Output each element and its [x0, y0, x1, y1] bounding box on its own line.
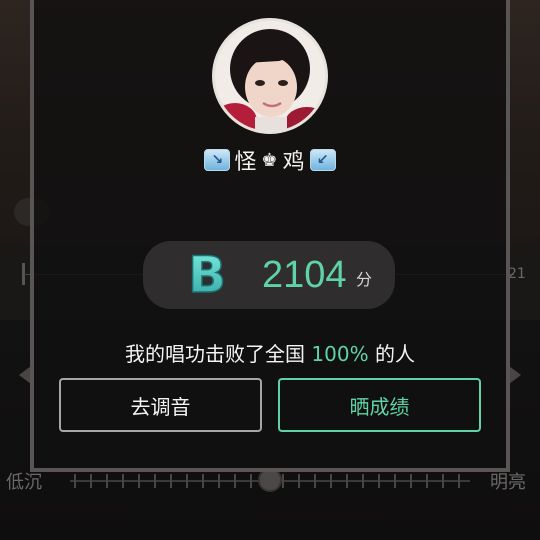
next-arrow-icon — [509, 366, 521, 384]
background-time-label: 21 — [508, 266, 526, 282]
avatar — [212, 18, 328, 134]
username-text-2: 鸡 — [282, 150, 306, 175]
summary-percent: 100% — [311, 342, 369, 366]
username-text-1: 怪 — [234, 150, 258, 175]
tune-button[interactable]: 去调音 — [59, 378, 262, 432]
share-score-button[interactable]: 晒成绩 — [278, 378, 481, 432]
username: ↘ 怪 ♚ 鸡 ↙ — [0, 145, 540, 175]
crown-icon: ♚ — [261, 149, 279, 171]
score-value: 2104 — [262, 254, 347, 296]
ranking-summary: 我的唱功击败了全国 100% 的人 — [0, 338, 540, 367]
summary-prefix: 我的唱功击败了全国 — [125, 342, 306, 366]
grade-letter: B — [188, 246, 226, 302]
grade-badge: B — [187, 245, 227, 305]
summary-suffix: 的人 — [374, 342, 415, 366]
arrow-down-left-icon: ↙ — [309, 149, 336, 171]
score-unit: 分 — [356, 270, 373, 289]
arrow-down-right-icon: ↘ — [204, 149, 231, 171]
